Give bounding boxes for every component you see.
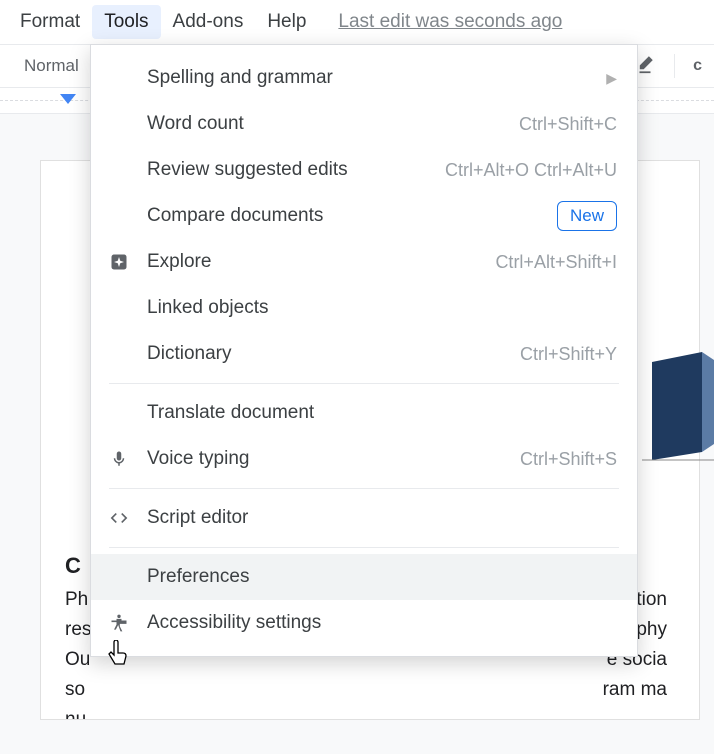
- doc-text: ram ma: [603, 675, 667, 705]
- doc-text: res: [65, 615, 91, 645]
- menu-help[interactable]: Help: [255, 5, 318, 39]
- indent-marker-icon[interactable]: [60, 94, 76, 104]
- menu-word-count[interactable]: Word count Ctrl+Shift+C: [91, 101, 637, 147]
- explore-icon: [107, 252, 131, 272]
- menu-preferences[interactable]: Preferences: [91, 554, 637, 600]
- tools-menu-dropdown: Spelling and grammar ▶ Word count Ctrl+S…: [90, 44, 638, 657]
- menu-separator: [109, 547, 619, 548]
- menu-accessibility-settings[interactable]: Accessibility settings: [91, 600, 637, 646]
- menu-review-suggested-edits[interactable]: Review suggested edits Ctrl+Alt+O Ctrl+A…: [91, 147, 637, 193]
- menu-linked-objects[interactable]: Linked objects: [91, 285, 637, 331]
- menu-label: Word count: [147, 113, 519, 135]
- menu-script-editor[interactable]: Script editor: [91, 495, 637, 541]
- microphone-icon: [107, 449, 131, 469]
- embedded-shape[interactable]: [642, 352, 714, 462]
- menu-addons[interactable]: Add-ons: [161, 5, 256, 39]
- menu-shortcut: Ctrl+Alt+O Ctrl+Alt+U: [445, 160, 617, 181]
- menu-label: Preferences: [147, 566, 617, 588]
- code-icon: [107, 508, 131, 528]
- menu-translate-document[interactable]: Translate document: [91, 390, 637, 436]
- doc-text: nu: [65, 705, 86, 720]
- menu-compare-documents[interactable]: Compare documents New: [91, 193, 637, 239]
- menu-shortcut: Ctrl+Shift+C: [519, 114, 617, 135]
- doc-text: Ou: [65, 645, 90, 675]
- menu-tools[interactable]: Tools: [92, 5, 160, 39]
- menu-label: Compare documents: [147, 205, 557, 227]
- new-badge: New: [557, 201, 617, 231]
- menu-label: Explore: [147, 251, 495, 273]
- divider: [674, 54, 675, 78]
- menu-dictionary[interactable]: Dictionary Ctrl+Shift+Y: [91, 331, 637, 377]
- menu-label: Spelling and grammar: [147, 67, 606, 89]
- menu-label: Review suggested edits: [147, 159, 445, 181]
- menu-spelling-grammar[interactable]: Spelling and grammar ▶: [91, 55, 637, 101]
- menu-label: Script editor: [147, 507, 617, 529]
- menu-label: Translate document: [147, 402, 617, 424]
- menu-label: Voice typing: [147, 448, 520, 470]
- menu-shortcut: Ctrl+Shift+Y: [520, 344, 617, 365]
- menu-bar: Format Tools Add-ons Help Last edit was …: [0, 0, 714, 44]
- menu-shortcut: Ctrl+Shift+S: [520, 449, 617, 470]
- doc-text: so: [65, 675, 85, 705]
- last-edit-link[interactable]: Last edit was seconds ago: [338, 11, 562, 33]
- menu-separator: [109, 383, 619, 384]
- paragraph-style-selector[interactable]: Normal: [8, 45, 96, 87]
- menu-explore[interactable]: Explore Ctrl+Alt+Shift+I: [91, 239, 637, 285]
- menu-format[interactable]: Format: [8, 5, 92, 39]
- menu-shortcut: Ctrl+Alt+Shift+I: [495, 252, 617, 273]
- doc-text: Ph: [65, 585, 88, 615]
- accessibility-icon: [107, 613, 131, 633]
- menu-voice-typing[interactable]: Voice typing Ctrl+Shift+S: [91, 436, 637, 482]
- more-icon[interactable]: c: [693, 57, 702, 75]
- menu-label: Dictionary: [147, 343, 520, 365]
- menu-separator: [109, 488, 619, 489]
- menu-label: Accessibility settings: [147, 612, 617, 634]
- menu-label: Linked objects: [147, 297, 617, 319]
- submenu-arrow-icon: ▶: [606, 70, 617, 87]
